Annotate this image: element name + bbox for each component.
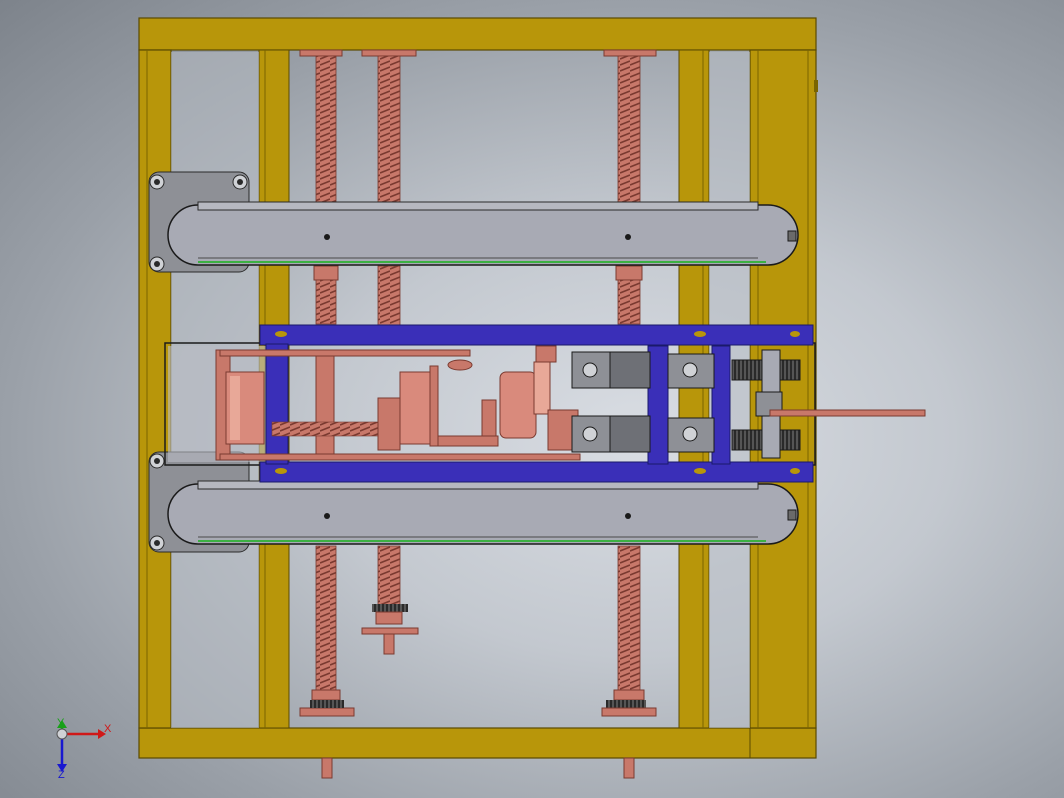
motor-upper (571, 351, 715, 389)
carriage-top-rail (259, 324, 814, 346)
frame-right-post (749, 49, 817, 729)
frame-left-post (138, 49, 172, 729)
lead-screw-mid-lower (361, 545, 419, 655)
cad-viewport[interactable]: X Y Z (0, 0, 1064, 798)
triad-x-label: X (104, 723, 112, 735)
lead-screw-mid-upper (361, 49, 417, 327)
lead-screw-left-upper (299, 49, 343, 325)
motor-lower (571, 415, 715, 453)
frame-bottom-beam (138, 727, 817, 759)
coordinate-triad-icon: X Y Z (56, 717, 112, 781)
output-lever (769, 409, 926, 417)
frame-inner-right-post (678, 49, 710, 729)
carriage-bottom-rail (259, 461, 814, 483)
lead-screw-right-upper (603, 49, 657, 325)
triad-z-label: Z (58, 769, 65, 781)
triad-y-label: Y (57, 717, 65, 729)
frame-top-beam (138, 17, 817, 51)
